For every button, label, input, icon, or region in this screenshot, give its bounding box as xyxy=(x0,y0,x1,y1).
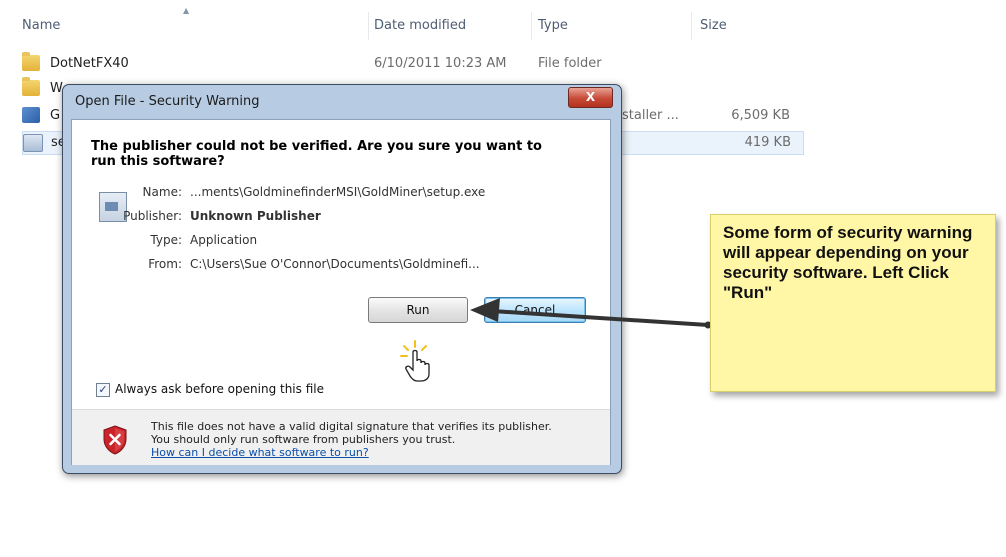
dialog-body: The publisher could not be verified. Are… xyxy=(71,119,611,465)
security-warning-dialog: Open File - Security Warning X The publi… xyxy=(62,84,622,474)
name-value: ...ments\GoldminefinderMSI\GoldMiner\set… xyxy=(190,185,486,199)
dialog-titlebar[interactable]: Open File - Security Warning X xyxy=(63,85,621,119)
name-label: Name: xyxy=(142,185,182,199)
type-label: Type: xyxy=(150,233,182,247)
callout-text: Some form of security warning will appea… xyxy=(723,223,973,302)
file-size: 419 KB xyxy=(744,135,791,150)
run-button[interactable]: Run xyxy=(368,297,468,323)
column-date-modified[interactable]: Date modified xyxy=(374,18,466,33)
security-shield-icon xyxy=(103,425,127,455)
close-button[interactable]: X xyxy=(568,87,613,108)
close-icon: X xyxy=(585,90,596,104)
publisher-label: Publisher: xyxy=(123,209,182,223)
file-size: 6,509 KB xyxy=(731,108,790,123)
column-divider[interactable] xyxy=(691,12,692,40)
publisher-value: Unknown Publisher xyxy=(190,209,321,223)
help-link[interactable]: How can I decide what software to run? xyxy=(151,446,369,459)
installer-icon xyxy=(22,107,40,123)
cancel-button[interactable]: Cancel xyxy=(484,297,586,323)
always-ask-checkbox[interactable]: ✓ xyxy=(96,383,110,397)
file-name: DotNetFX40 xyxy=(50,56,129,71)
column-divider[interactable] xyxy=(531,12,532,40)
dialog-title: Open File - Security Warning xyxy=(75,94,260,109)
file-type: File folder xyxy=(538,56,602,71)
column-divider[interactable] xyxy=(368,12,369,40)
always-ask-label: Always ask before opening this file xyxy=(115,382,324,396)
file-name: W xyxy=(50,81,63,96)
sort-up-icon: ▲ xyxy=(183,6,190,15)
file-date: 6/10/2011 10:23 AM xyxy=(374,56,507,71)
warning-footer: This file does not have a valid digital … xyxy=(72,409,610,465)
hand-cursor-icon xyxy=(400,340,430,382)
file-name: G xyxy=(50,108,61,123)
folder-icon xyxy=(22,77,40,96)
column-type[interactable]: Type xyxy=(538,18,568,33)
column-size[interactable]: Size xyxy=(700,18,727,33)
warning-question: The publisher could not be verified. Are… xyxy=(91,139,542,169)
instruction-callout: Some form of security warning will appea… xyxy=(710,214,996,392)
folder-icon xyxy=(22,52,40,71)
file-type: staller ... xyxy=(622,108,679,123)
file-row[interactable]: DotNetFX40 6/10/2011 10:23 AM File folde… xyxy=(22,52,802,75)
from-label: From: xyxy=(148,257,182,271)
signature-warning-text: This file does not have a valid digital … xyxy=(151,420,552,446)
type-value: Application xyxy=(190,233,258,247)
column-header-row: Name ▲ Date modified Type Size xyxy=(0,0,1006,44)
from-value: C:\Users\Sue O'Connor\Documents\Goldmine… xyxy=(190,257,480,271)
column-name[interactable]: Name xyxy=(22,18,60,33)
setup-file-icon xyxy=(23,134,43,152)
